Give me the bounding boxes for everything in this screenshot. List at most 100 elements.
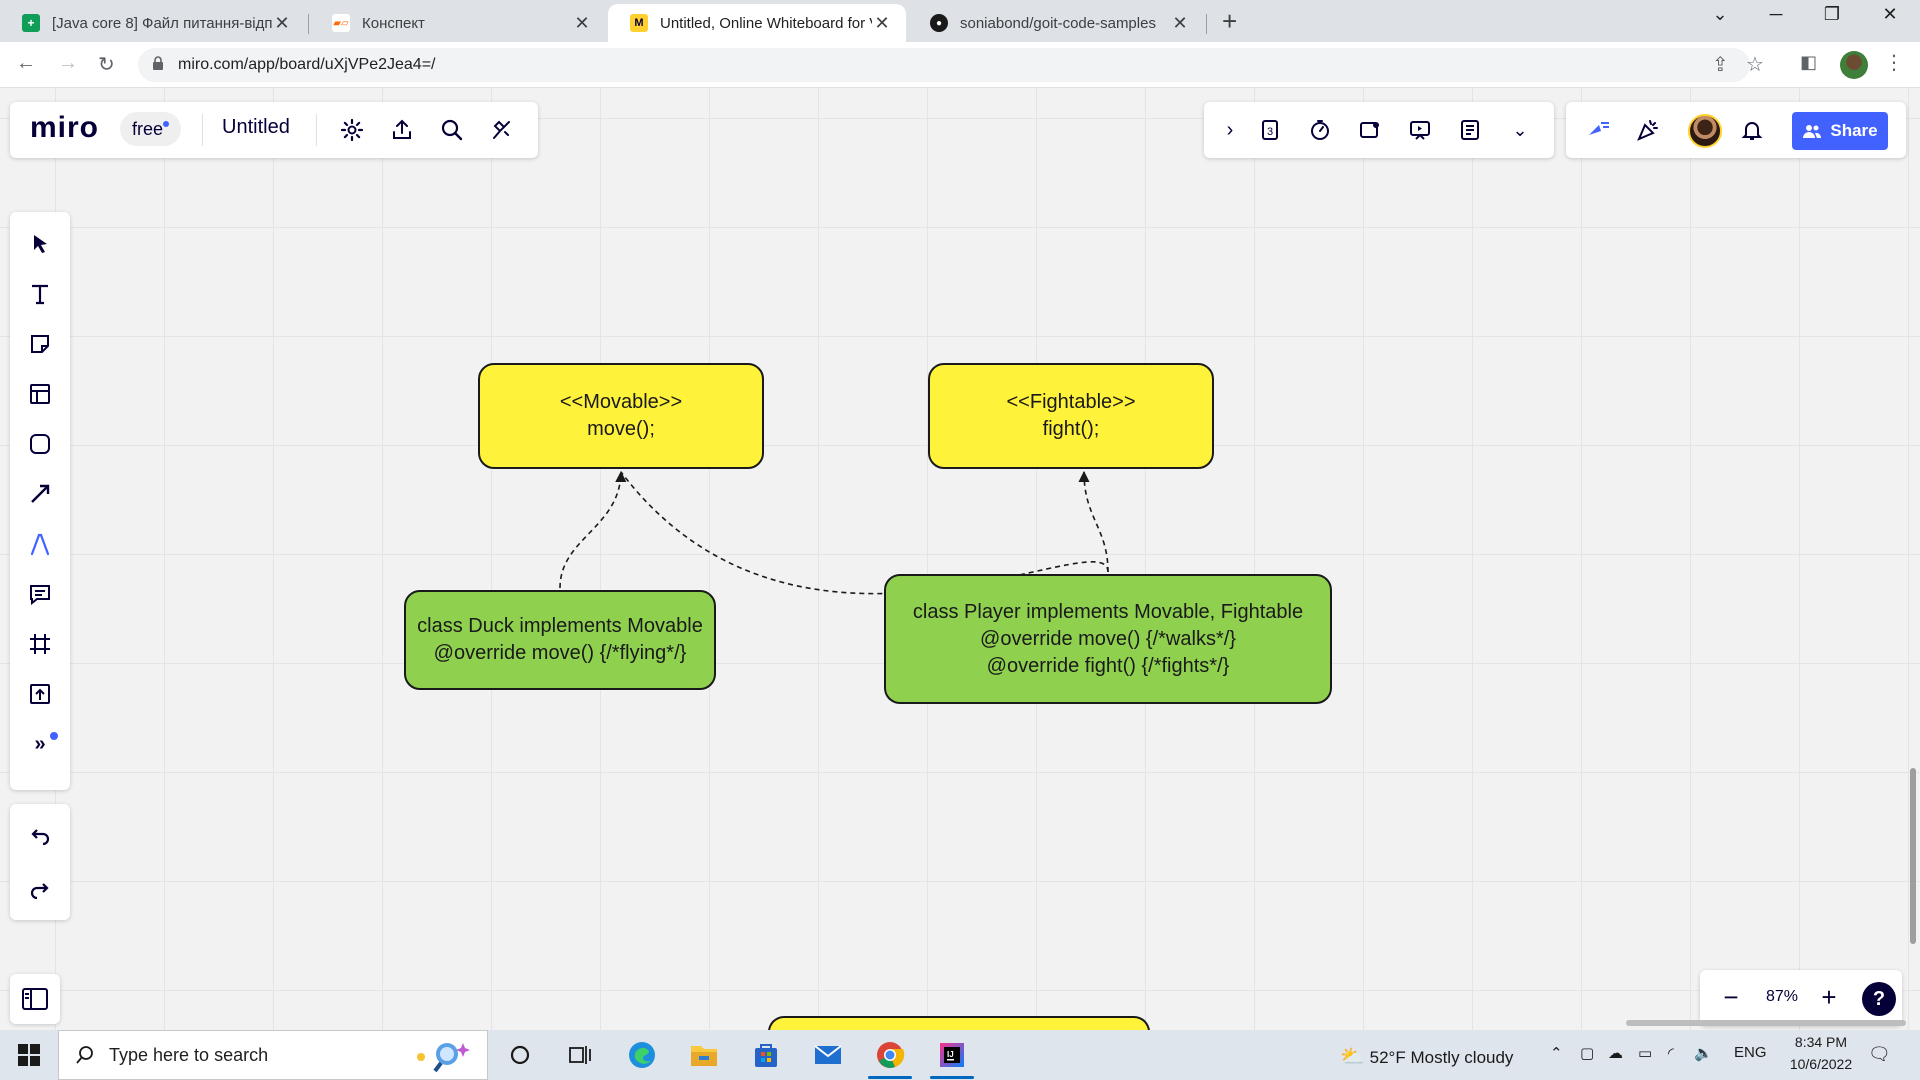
- url-omnibox[interactable]: miro.com/app/board/uXjVPe2Jea4=/ ⇪ ☆: [138, 48, 1764, 82]
- user-avatar[interactable]: [1688, 114, 1722, 148]
- help-button[interactable]: ?: [1862, 982, 1896, 1016]
- zoom-in-button[interactable]: +: [1814, 982, 1844, 1013]
- duck-class-shape[interactable]: class Duck implements Movable @override …: [404, 590, 716, 690]
- video-chat-icon[interactable]: [1354, 114, 1386, 146]
- tab-title: [Java core 8] Файл питання-відп: [52, 14, 272, 32]
- left-toolbar: »: [10, 212, 70, 790]
- meet-now-icon[interactable]: ▢: [1580, 1044, 1594, 1062]
- undo-icon[interactable]: [24, 820, 56, 852]
- plan-label: free: [132, 119, 164, 139]
- expand-chevron-icon[interactable]: ›: [1214, 114, 1246, 146]
- cursor-follow-icon[interactable]: [1582, 114, 1614, 146]
- player-class-shape[interactable]: class Player implements Movable, Fightab…: [884, 574, 1332, 704]
- miro-logo[interactable]: miro: [30, 111, 99, 145]
- browser-tab-github[interactable]: ● soniabond/goit-code-samples ✕: [908, 4, 1204, 42]
- shape-text-line: move();: [587, 418, 655, 440]
- board-title[interactable]: Untitled: [222, 116, 290, 139]
- notifications-bell-icon[interactable]: [1736, 114, 1768, 146]
- new-tab-button[interactable]: +: [1222, 6, 1237, 37]
- browser-menu-icon[interactable]: ⋮: [1884, 50, 1904, 75]
- timer-icon[interactable]: [1304, 114, 1336, 146]
- select-cursor-icon[interactable]: [24, 228, 56, 260]
- undo-redo-panel: [10, 804, 70, 920]
- duck-to-movable-arrow: [559, 470, 627, 589]
- zoom-level[interactable]: 87%: [1766, 988, 1798, 1006]
- miro-board-canvas[interactable]: <<Movable>> move(); <<Fightable>> fight(…: [0, 88, 1920, 1030]
- clock-date[interactable]: 10/6/2022: [1786, 1056, 1856, 1072]
- back-button[interactable]: ←: [16, 52, 36, 75]
- shapes-icon[interactable]: [24, 428, 56, 460]
- browser-tab-miro[interactable]: M Untitled, Online Whiteboard for V ✕: [608, 4, 906, 42]
- partial-yellow-shape[interactable]: [768, 1016, 1150, 1030]
- side-panel-icon[interactable]: ◧: [1800, 52, 1817, 73]
- taskbar-search-box[interactable]: Type here to search: [58, 1030, 488, 1080]
- sticky-note-icon[interactable]: [24, 328, 56, 360]
- plan-badge[interactable]: free: [120, 112, 182, 146]
- chrome-icon[interactable]: [872, 1038, 908, 1072]
- volume-icon[interactable]: 🔈: [1694, 1044, 1713, 1062]
- battery-icon[interactable]: ▭: [1638, 1044, 1652, 1062]
- clock-time[interactable]: 8:34 PM: [1786, 1034, 1856, 1050]
- comment-icon[interactable]: [24, 578, 56, 610]
- templates-icon[interactable]: [24, 378, 56, 410]
- frames-sidebar-toggle[interactable]: [10, 974, 60, 1024]
- fightable-interface-shape[interactable]: <<Fightable>> fight();: [928, 363, 1214, 469]
- svg-text:IJ: IJ: [947, 1050, 954, 1059]
- vertical-scrollbar[interactable]: [1910, 768, 1916, 944]
- browser-tab-konspekt[interactable]: ▰▱ Конспект ✕: [310, 4, 606, 42]
- reload-button[interactable]: ↻: [98, 52, 115, 77]
- windows-start-icon[interactable]: [18, 1044, 40, 1066]
- pen-tool-icon[interactable]: [24, 528, 56, 560]
- forward-button[interactable]: →: [58, 52, 78, 75]
- export-upload-icon[interactable]: [386, 114, 418, 146]
- search-placeholder: Type here to search: [109, 1045, 269, 1065]
- wifi-icon[interactable]: ◜: [1668, 1044, 1674, 1062]
- close-tab-icon[interactable]: ✕: [572, 13, 592, 34]
- text-tool-icon[interactable]: [24, 278, 56, 310]
- shape-text-line: <<Movable>>: [559, 391, 683, 413]
- restore-button[interactable]: ❐: [1812, 4, 1852, 25]
- settings-gear-icon[interactable]: [336, 114, 368, 146]
- frame-tool-icon[interactable]: [24, 628, 56, 660]
- weather-widget[interactable]: ⛅ 52°F Mostly cloudy: [1340, 1044, 1513, 1069]
- apps-plug-icon[interactable]: [486, 114, 518, 146]
- mail-icon[interactable]: [810, 1038, 846, 1072]
- tab-search-chevron-icon[interactable]: ⌄: [1700, 4, 1740, 25]
- upload-icon[interactable]: [24, 678, 56, 710]
- shape-text-line: class Player implements Movable, Fightab…: [912, 600, 1304, 623]
- input-language[interactable]: ENG: [1734, 1044, 1767, 1061]
- movable-interface-shape[interactable]: <<Movable>> move();: [478, 363, 764, 469]
- onedrive-cloud-icon[interactable]: ☁: [1608, 1044, 1623, 1062]
- more-tools-chevron-icon[interactable]: ⌄: [1504, 114, 1536, 146]
- connection-line-icon[interactable]: [24, 478, 56, 510]
- zoom-out-button[interactable]: −: [1716, 982, 1746, 1013]
- notifications-icon[interactable]: 🗨: [1868, 1044, 1891, 1065]
- frames-counter-icon[interactable]: 3: [1254, 114, 1286, 146]
- show-hidden-icons-chevron[interactable]: ⌃: [1550, 1044, 1563, 1062]
- notes-icon[interactable]: [1454, 114, 1486, 146]
- presentation-icon[interactable]: [1404, 114, 1436, 146]
- share-button[interactable]: Share: [1792, 112, 1888, 150]
- close-tab-icon[interactable]: ✕: [272, 13, 292, 34]
- cortana-icon[interactable]: [502, 1038, 538, 1072]
- bookmark-star-icon[interactable]: ☆: [1746, 52, 1764, 77]
- celebration-icon[interactable]: [1632, 114, 1664, 146]
- search-icon[interactable]: [436, 114, 468, 146]
- close-tab-icon[interactable]: ✕: [872, 13, 892, 34]
- edge-browser-icon[interactable]: [624, 1038, 660, 1072]
- collaboration-tools-panel: › 3 ⌄: [1204, 102, 1554, 158]
- minimize-button[interactable]: ─: [1756, 4, 1796, 25]
- share-page-icon[interactable]: ⇪: [1712, 52, 1729, 77]
- close-window-button[interactable]: ✕: [1870, 4, 1910, 25]
- url-text: miro.com/app/board/uXjVPe2Jea4=/: [178, 56, 436, 73]
- file-explorer-icon[interactable]: [686, 1038, 722, 1072]
- close-tab-icon[interactable]: ✕: [1170, 13, 1190, 34]
- task-view-icon[interactable]: [562, 1038, 598, 1072]
- redo-icon[interactable]: [24, 874, 56, 906]
- intellij-idea-icon[interactable]: IJ: [934, 1038, 970, 1072]
- microsoft-store-icon[interactable]: [748, 1038, 784, 1072]
- profile-avatar[interactable]: [1840, 51, 1868, 79]
- horizontal-scrollbar[interactable]: [1626, 1020, 1906, 1026]
- plan-dot-icon: [163, 121, 170, 127]
- browser-tab-sheets[interactable]: + [Java core 8] Файл питання-відп ✕: [0, 4, 306, 42]
